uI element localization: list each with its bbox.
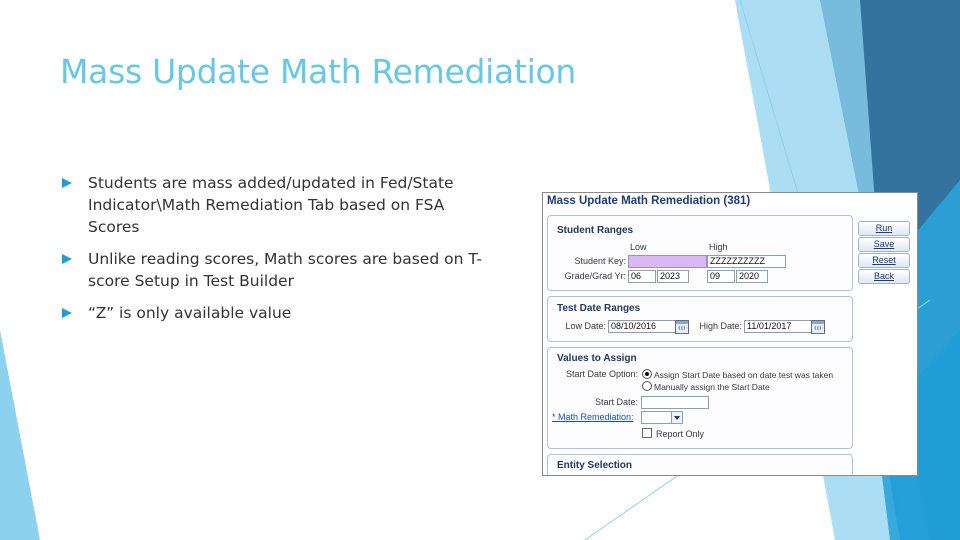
start-date-label: Start Date: bbox=[594, 397, 638, 407]
reset-button[interactable]: Reset bbox=[858, 253, 910, 268]
mass-update-screenshot-panel: Mass Update Math Remediation (381) Stude… bbox=[542, 192, 918, 476]
run-button[interactable]: Run bbox=[858, 221, 910, 236]
student-key-label: Student Key: bbox=[574, 256, 626, 266]
chevron-down-icon[interactable] bbox=[671, 411, 683, 424]
deco-bottom-left bbox=[0, 330, 40, 540]
grade-grad-yr-label: Grade/Grad Yr: bbox=[564, 271, 626, 281]
report-only-label: Report Only bbox=[656, 429, 705, 439]
start-date-option-label: Start Date Option: bbox=[565, 369, 638, 379]
slide-title: Mass Update Math Remediation bbox=[60, 52, 576, 91]
report-only-checkbox[interactable] bbox=[642, 428, 652, 438]
bullet-item: “Z” is only available value bbox=[62, 302, 482, 324]
low-date-label: Low Date: bbox=[565, 321, 606, 331]
entity-selection-title: Entity Selection bbox=[557, 460, 633, 471]
bullet-text: Students are mass added/updated in Fed/S… bbox=[88, 174, 454, 236]
values-to-assign-section: Values to Assign Start Date Option: Assi… bbox=[547, 347, 853, 449]
low-date-input[interactable]: 08/10/2016 bbox=[608, 320, 676, 333]
high-date-input[interactable]: 11/01/2017 bbox=[744, 320, 812, 333]
assign-by-test-date-radio[interactable] bbox=[642, 369, 652, 379]
low-date-calendar-icon[interactable] bbox=[675, 320, 689, 334]
save-button[interactable]: Save bbox=[858, 237, 910, 252]
grad-yr-low-input[interactable]: 2023 bbox=[657, 270, 689, 283]
student-key-low-input[interactable] bbox=[628, 255, 707, 268]
bullet-text: “Z” is only available value bbox=[88, 304, 292, 322]
bullet-list: Students are mass added/updated in Fed/S… bbox=[62, 172, 482, 334]
triangle-bullet-icon bbox=[62, 178, 72, 188]
math-remediation-select[interactable] bbox=[641, 411, 673, 424]
bullet-item: Students are mass added/updated in Fed/S… bbox=[62, 172, 482, 238]
low-header: Low bbox=[630, 242, 647, 252]
student-ranges-title: Student Ranges bbox=[557, 225, 634, 236]
high-date-label: High Date: bbox=[699, 321, 742, 331]
grade-low-input[interactable]: 06 bbox=[628, 270, 656, 283]
math-remediation-label: * Math Remediation: bbox=[552, 412, 634, 422]
student-ranges-section: Student Ranges Low High Student Key: ZZZ… bbox=[547, 215, 853, 291]
manual-start-date-label: Manually assign the Start Date bbox=[654, 382, 770, 392]
manual-start-date-radio[interactable] bbox=[642, 381, 652, 391]
triangle-bullet-icon bbox=[62, 308, 72, 318]
start-date-input[interactable] bbox=[641, 396, 709, 409]
bullet-item: Unlike reading scores, Math scores are b… bbox=[62, 248, 482, 292]
test-date-ranges-section: Test Date Ranges Low Date: 08/10/2016 Hi… bbox=[547, 296, 853, 342]
assign-by-test-date-label: Assign Start Date based on date test was… bbox=[654, 370, 834, 380]
test-date-ranges-title: Test Date Ranges bbox=[557, 303, 641, 314]
bullet-text: Unlike reading scores, Math scores are b… bbox=[88, 250, 482, 290]
grade-high-input[interactable]: 09 bbox=[707, 270, 735, 283]
entity-selection-section: Entity Selection bbox=[547, 454, 853, 475]
student-key-high-input[interactable]: ZZZZZZZZZZ bbox=[707, 255, 786, 268]
triangle-bullet-icon bbox=[62, 254, 72, 264]
back-button[interactable]: Back bbox=[858, 269, 910, 284]
grad-yr-high-input[interactable]: 2020 bbox=[736, 270, 768, 283]
panel-title: Mass Update Math Remediation (381) bbox=[547, 195, 751, 207]
values-to-assign-title: Values to Assign bbox=[557, 353, 637, 364]
high-header: High bbox=[709, 242, 728, 252]
high-date-calendar-icon[interactable] bbox=[811, 320, 825, 334]
